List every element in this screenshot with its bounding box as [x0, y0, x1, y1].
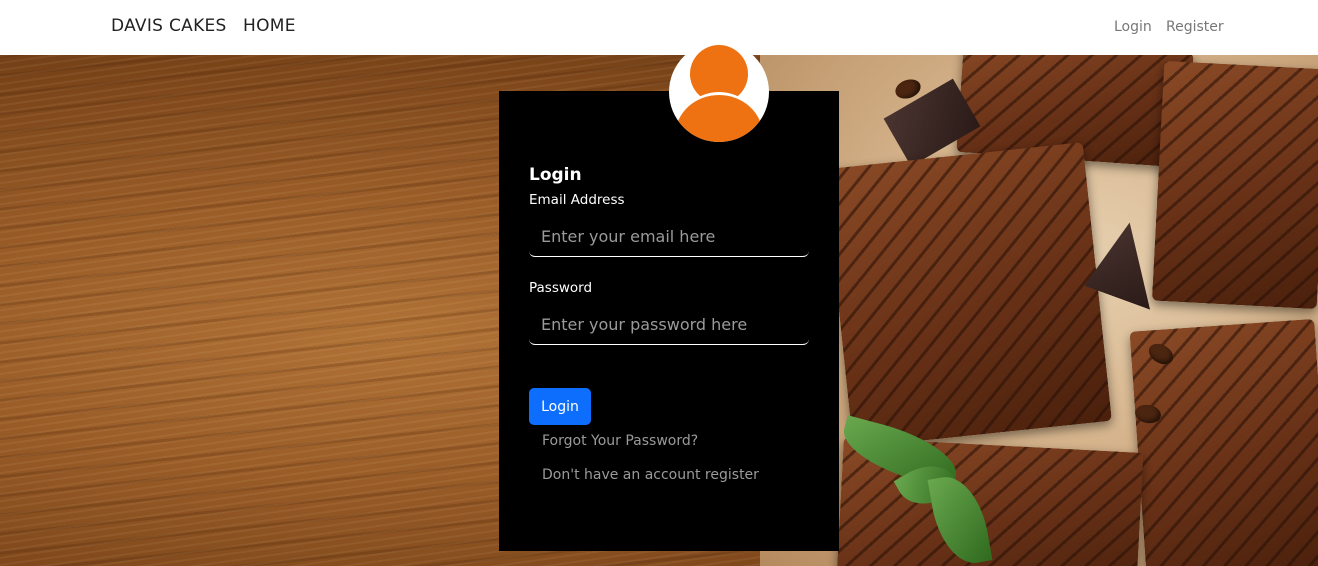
avatar-body: [675, 92, 763, 142]
nav-home-link[interactable]: HOME: [243, 16, 296, 36]
password-label: Password: [529, 280, 593, 296]
brownie-piece: [824, 142, 1112, 448]
brownie-piece: [1151, 60, 1318, 310]
user-avatar-icon: [669, 42, 769, 142]
navbar: DAVIS CAKES HOME Login Register: [0, 0, 1318, 55]
password-input[interactable]: [529, 305, 809, 345]
brand-link[interactable]: DAVIS CAKES: [111, 16, 227, 36]
nav-register-link[interactable]: Register: [1166, 19, 1224, 35]
login-card: Login Email Address Password Login Forgo…: [499, 91, 839, 551]
login-button[interactable]: Login: [529, 388, 591, 425]
nav-login-link[interactable]: Login: [1114, 19, 1152, 35]
login-title: Login: [529, 165, 582, 185]
forgot-password-link[interactable]: Forgot Your Password?: [542, 433, 698, 449]
email-label: Email Address: [529, 192, 625, 208]
email-input[interactable]: [529, 217, 809, 257]
register-link[interactable]: Don't have an account register: [542, 467, 759, 483]
